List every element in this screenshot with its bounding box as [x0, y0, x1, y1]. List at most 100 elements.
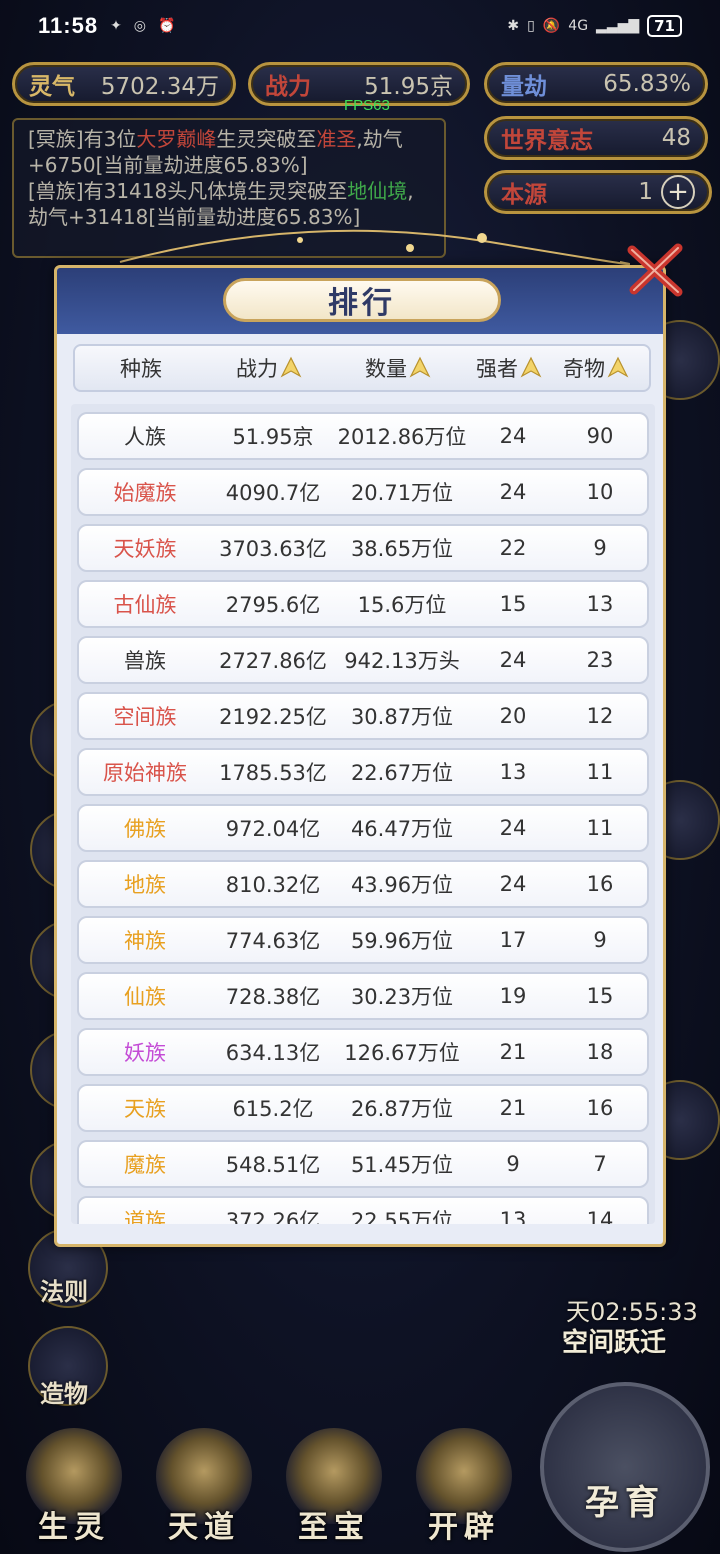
ranking-list[interactable]: 人族 51.95京 2012.86万位 24 90 始魔族 4090.7亿 20.71万位 24…: [71, 404, 655, 1224]
column-count[interactable]: 数量: [331, 353, 465, 383]
zhibao-button[interactable]: 至宝: [274, 1428, 394, 1548]
table-row[interactable]: 仙族 728.38亿 30.23万位 19 15: [77, 972, 649, 1020]
zhanli-value: 51.95京: [364, 74, 453, 100]
yunyu-button[interactable]: 孕育: [540, 1382, 710, 1552]
strong-cell: 24: [499, 648, 527, 672]
table-row[interactable]: 神族 774.63亿 59.96万位 17 9: [77, 916, 649, 964]
table-row[interactable]: 人族 51.95京 2012.86万位 24 90: [77, 412, 649, 460]
treasure-cell: 9: [593, 536, 607, 560]
race-cell: 魔族: [124, 1153, 166, 1177]
fa-ze-label: 法则: [40, 1278, 88, 1306]
treasure-cell: 13: [586, 592, 614, 616]
column-race-label: 种族: [120, 357, 162, 381]
column-treasure-label: 奇物: [563, 357, 605, 381]
table-row[interactable]: 始魔族 4090.7亿 20.71万位 24 10: [77, 468, 649, 516]
table-row[interactable]: 妖族 634.13亿 126.67万位 21 18: [77, 1028, 649, 1076]
count-cell: 38.65万位: [350, 537, 454, 561]
clock: 11:58: [38, 13, 99, 38]
strong-cell: 13: [499, 760, 527, 784]
count-cell: 22.55万位: [350, 1209, 454, 1224]
count-cell: 46.47万位: [350, 817, 454, 841]
power-cell: 972.04亿: [225, 817, 321, 841]
table-row[interactable]: 天族 615.2亿 26.87万位 21 16: [77, 1084, 649, 1132]
race-cell: 佛族: [124, 817, 166, 841]
shengling-button[interactable]: 生灵: [14, 1428, 134, 1548]
table-row[interactable]: 兽族 2727.86亿 942.13万头 24 23: [77, 636, 649, 684]
table-row[interactable]: 原始神族 1785.53亿 22.67万位 13 11: [77, 748, 649, 796]
treasure-cell: 16: [586, 1096, 614, 1120]
sort-arrow-icon: [280, 356, 302, 378]
strong-cell: 24: [499, 480, 527, 504]
treasure-cell: 7: [593, 1152, 607, 1176]
tiandao-button[interactable]: 天道: [144, 1428, 264, 1548]
space-jump-button[interactable]: 空间跃迁: [562, 1322, 666, 1359]
strong-cell: 24: [499, 816, 527, 840]
table-row[interactable]: 古仙族 2795.6亿 15.6万位 15 13: [77, 580, 649, 628]
power-cell: 774.63亿: [225, 929, 321, 953]
treasure-cell: 90: [586, 424, 614, 448]
power-cell: 615.2亿: [232, 1097, 314, 1121]
column-strong-label: 强者: [476, 357, 518, 381]
log-highlight: 准圣: [316, 127, 357, 151]
treasure-cell: 11: [586, 760, 614, 784]
table-row[interactable]: 空间族 2192.25亿 30.87万位 20 12: [77, 692, 649, 740]
zhibao-label: 至宝: [298, 1510, 370, 1545]
power-cell: 634.13亿: [225, 1041, 321, 1065]
count-cell: 20.71万位: [350, 481, 454, 505]
count-cell: 942.13万头: [344, 649, 460, 673]
strong-cell: 13: [499, 1208, 527, 1224]
count-cell: 22.67万位: [350, 761, 454, 785]
count-cell: 51.45万位: [350, 1153, 454, 1177]
power-cell: 810.32亿: [225, 873, 321, 897]
power-cell: 4090.7亿: [225, 481, 321, 505]
sort-arrow-icon: [607, 356, 629, 378]
table-row[interactable]: 魔族 548.51亿 51.45万位 9 7: [77, 1140, 649, 1188]
table-row[interactable]: 道族 372.26亿 22.55万位 13 14: [77, 1196, 649, 1224]
column-count-label: 数量: [365, 357, 407, 381]
count-cell: 30.23万位: [350, 985, 454, 1009]
count-cell: 15.6万位: [357, 593, 447, 617]
column-power[interactable]: 战力: [207, 353, 331, 383]
battery-indicator: 71: [647, 15, 682, 37]
benyuan-pill[interactable]: 本源 1 +: [484, 170, 712, 214]
table-row[interactable]: 天妖族 3703.63亿 38.65万位 22 9: [77, 524, 649, 572]
world-will-pill[interactable]: 世界意志 48: [484, 116, 708, 160]
add-benyuan-button[interactable]: +: [661, 175, 695, 209]
treasure-cell: 10: [586, 480, 614, 504]
column-strong[interactable]: 强者: [465, 353, 553, 383]
log-text: [冥族]有3位: [28, 127, 137, 151]
race-cell: 道族: [124, 1209, 166, 1224]
ranking-dialog: 排行 种族 战力 数量 强者 奇物 人族 51.95京 2012.86万位 24 90 始…: [54, 265, 666, 1247]
zhanli-label: 战力: [265, 74, 311, 100]
column-treasure[interactable]: 奇物: [553, 353, 639, 383]
table-row[interactable]: 地族 810.32亿 43.96万位 24 16: [77, 860, 649, 908]
dialog-title: 排行: [223, 278, 501, 322]
strong-cell: 20: [499, 704, 527, 728]
table-row[interactable]: 佛族 972.04亿 46.47万位 24 11: [77, 804, 649, 852]
tiandao-label: 天道: [168, 1510, 240, 1545]
column-power-label: 战力: [236, 357, 278, 381]
strong-cell: 17: [499, 928, 527, 952]
count-cell: 26.87万位: [350, 1097, 454, 1121]
log-line: [冥族]有3位大罗巅峰生灵突破至准圣,劫气+6750[当前量劫进度65.83%]: [28, 126, 430, 178]
liangjie-pill[interactable]: 量劫 65.83%: [484, 62, 708, 106]
lingqi-pill[interactable]: 灵气 5702.34万: [12, 62, 236, 106]
fps-counter: FPS63: [344, 97, 390, 114]
app-icon: ◎: [133, 18, 147, 34]
count-cell: 126.67万位: [344, 1041, 460, 1065]
strong-cell: 24: [499, 872, 527, 896]
liangjie-value: 65.83%: [603, 71, 691, 97]
status-bar: 11:58 ✦ ◎ ⏰ ✱ ▯ 🔕 4G ▂▃▅▇ 71: [0, 0, 720, 52]
treasure-cell: 23: [586, 648, 614, 672]
kaipi-button[interactable]: 开辟: [404, 1428, 524, 1548]
shengling-label: 生灵: [38, 1510, 110, 1545]
race-cell: 原始神族: [103, 761, 187, 785]
benyuan-value: 1: [638, 179, 653, 205]
network-label: 4G: [568, 18, 589, 34]
count-cell: 59.96万位: [350, 929, 454, 953]
race-cell: 始魔族: [113, 481, 177, 505]
bluetooth-icon: ✱: [507, 18, 520, 34]
power-cell: 2192.25亿: [219, 705, 327, 729]
close-icon[interactable]: [622, 238, 688, 304]
alarm-icon: ⏰: [158, 18, 176, 34]
